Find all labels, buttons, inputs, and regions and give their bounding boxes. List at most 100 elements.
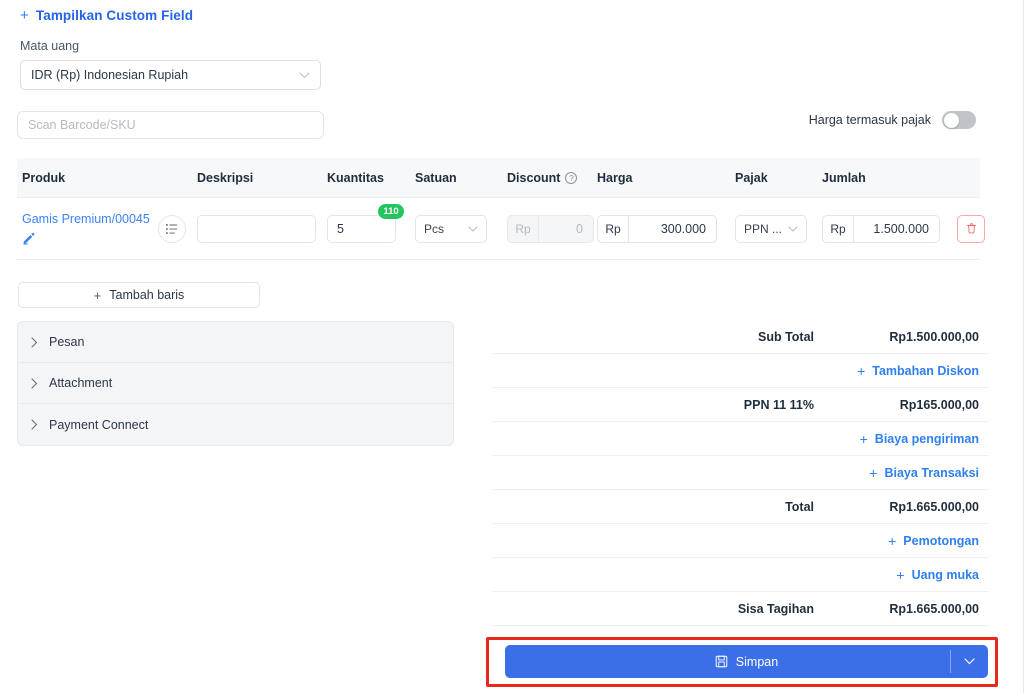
show-custom-field-link[interactable]: + Tampilkan Custom Field [20,8,193,23]
product-cell: Gamis Premium/00045 [22,212,172,245]
delete-row-button[interactable] [957,214,985,243]
column-header-discount-label: Discount [507,170,561,185]
amount-currency-prefix: Rp [823,215,854,242]
summary-panel: Sub Total Rp1.500.000,00 + Tambahan Disk… [492,320,989,626]
scan-barcode-input[interactable] [17,111,324,139]
save-button-content: Simpan [715,655,778,669]
currency-select[interactable]: IDR (Rp) Indonesian Rupiah [20,60,321,90]
amount-cell: Rp 1.500.000 [822,214,940,243]
add-withholding-link[interactable]: + Pemotongan [888,533,989,549]
quantity-cell: 110 [327,203,404,243]
chevron-down-icon [468,225,478,232]
chevron-down-icon [788,225,798,232]
add-transaction-fee-link[interactable]: + Biaya Transaksi [869,465,989,481]
summary-label: Sisa Tagihan [737,601,814,616]
add-row-label: Tambah baris [109,288,185,302]
toggle-knob [943,112,959,128]
price-value: 300.000 [660,221,706,236]
table-row: Gamis Premium/00045 110 5 Pcs Rp 0 Rp 30… [17,198,985,260]
plus-icon: + [857,362,866,379]
summary-row-biaya-transaksi: + Biaya Transaksi [492,456,989,490]
summary-label: PPN 11 11% [743,397,814,412]
summary-label: Total [785,499,814,514]
amount-value: 1.500.000 [873,221,929,236]
summary-row-sisa-tagihan: Sisa Tagihan Rp1.665.000,00 [492,592,989,626]
stock-badge: 110 [378,203,404,219]
description-cell [197,214,316,243]
plus-icon: + [896,566,905,583]
price-cell: Rp 300.000 [597,214,717,243]
accordion-item-label: Payment Connect [49,417,149,432]
accordion-item-payment-connect[interactable]: Payment Connect [18,404,453,445]
unit-select[interactable]: Pcs [415,214,487,243]
price-includes-tax-label: Harga termasuk pajak [808,113,931,127]
summary-row-pemotongan: + Pemotongan [492,524,989,558]
table-header-row: Produk Deskripsi Kuantitas Satuan Discou… [17,158,980,198]
line-detail-cell [158,214,192,243]
add-discount-link[interactable]: + Tambahan Diskon [857,363,989,379]
discount-input-group[interactable]: Rp 0 [507,214,594,243]
tax-cell: PPN ... [735,214,807,243]
summary-value: Rp1.500.000,00 [889,329,979,344]
edit-pencil-icon[interactable] [22,231,36,245]
add-transaction-fee-label: Biaya Transaksi [884,465,979,480]
summary-row-total: Total Rp1.665.000,00 [492,490,989,524]
column-header-harga: Harga [597,170,633,185]
quantity-input[interactable] [327,214,396,243]
summary-row-sub-total: Sub Total Rp1.500.000,00 [492,320,989,354]
summary-label: Sub Total [757,329,814,344]
help-icon[interactable]: ? [565,171,578,184]
show-custom-field-label: Tampilkan Custom Field [35,8,194,23]
add-shipping-cost-link[interactable]: + Biaya pengiriman [860,431,989,447]
chevron-down-icon[interactable] [964,658,975,665]
price-input-group[interactable]: Rp 300.000 [597,214,717,243]
add-down-payment-link[interactable]: + Uang muka [896,567,989,583]
summary-row-biaya-pengiriman: + Biaya pengiriman [492,422,989,456]
add-down-payment-label: Uang muka [911,567,979,582]
column-header-deskripsi: Deskripsi [197,170,254,185]
chevron-down-icon [299,71,310,79]
currency-label: Mata uang [20,39,80,53]
price-includes-tax-group: Harga termasuk pajak [809,111,976,129]
plus-icon: + [859,430,868,447]
summary-value: Rp165.000,00 [899,397,979,412]
list-icon-button[interactable] [158,214,186,243]
save-button-divider [950,650,951,673]
chevron-right-icon [31,377,38,389]
chevron-right-icon [31,336,38,348]
accordion-item-pesan[interactable]: Pesan [18,322,453,363]
add-shipping-cost-label: Biaya pengiriman [874,431,979,446]
column-header-kuantitas: Kuantitas [327,170,384,185]
column-header-jumlah: Jumlah [822,170,866,185]
accordion-panel: Pesan Attachment Payment Connect [17,321,454,446]
save-disk-icon [715,655,728,668]
add-withholding-label: Pemotongan [903,533,979,548]
description-input[interactable] [197,214,316,243]
plus-icon: + [869,464,878,481]
amount-input-group[interactable]: Rp 1.500.000 [822,214,940,243]
column-header-discount: Discount ? [507,171,594,185]
accordion-item-attachment[interactable]: Attachment [18,363,453,404]
save-button-label: Simpan [735,654,779,669]
tax-select[interactable]: PPN ... [735,214,807,243]
add-row-button[interactable]: + Tambah baris [18,282,260,308]
invoice-form-page: + Tampilkan Custom Field Mata uang IDR (… [0,0,1024,693]
price-includes-tax-toggle[interactable] [942,111,976,129]
chevron-right-icon [31,419,38,430]
discount-cell: Rp 0 [507,214,594,243]
save-button[interactable]: Simpan [505,645,988,678]
column-header-produk: Produk [22,170,66,185]
plus-icon: + [93,287,102,303]
delete-cell [957,214,987,243]
summary-row-tambahan-diskon: + Tambahan Diskon [492,354,989,388]
column-header-pajak: Pajak [735,170,768,185]
accordion-item-label: Pesan [49,335,85,349]
product-name-link[interactable]: Gamis Premium/00045 [22,212,172,227]
plus-icon: + [888,532,897,549]
line-items-table: Produk Deskripsi Kuantitas Satuan Discou… [17,158,985,260]
price-currency-prefix: Rp [598,215,629,242]
plus-icon: + [20,7,29,24]
currency-select-value: IDR (Rp) Indonesian Rupiah [31,68,189,82]
discount-value: 0 [576,221,583,236]
unit-select-value: Pcs [424,221,445,236]
